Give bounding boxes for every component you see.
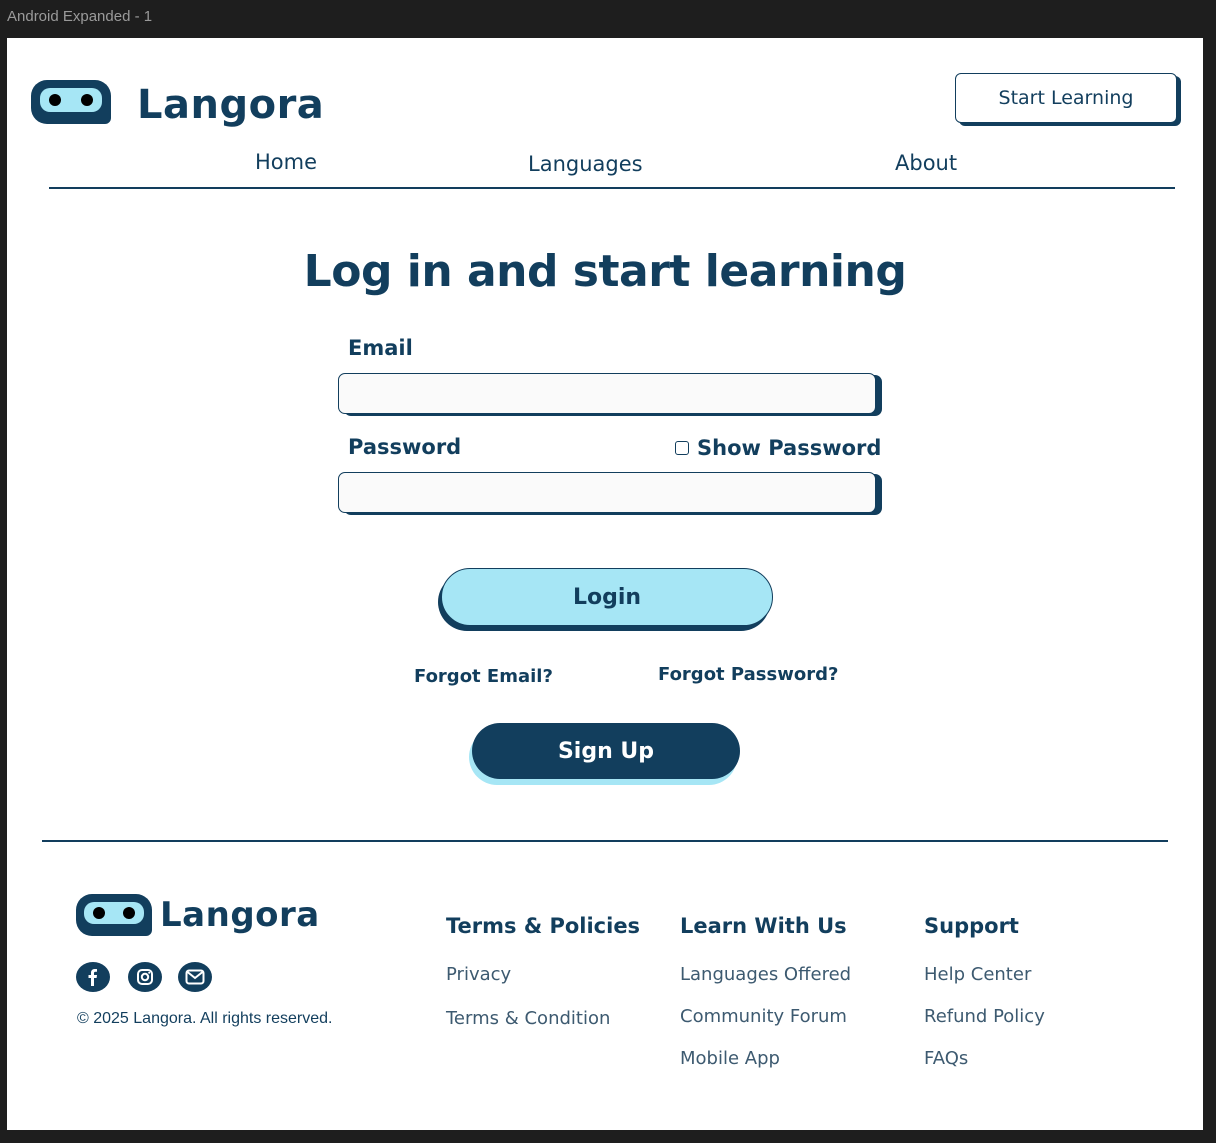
nav-languages[interactable]: Languages	[528, 152, 643, 176]
logo-wordmark: Langora	[137, 82, 325, 128]
footer-divider	[42, 840, 1168, 842]
facebook-icon[interactable]	[76, 962, 110, 992]
email-label: Email	[348, 336, 413, 360]
email-icon[interactable]	[178, 962, 212, 992]
footer-col-support-title: Support	[924, 914, 1019, 938]
footer-logo-wordmark: Langora	[160, 895, 320, 935]
nav-divider	[49, 187, 1175, 189]
email-field[interactable]	[338, 373, 876, 414]
footer-link-help-center[interactable]: Help Center	[924, 964, 1031, 985]
footer-col-learn-title: Learn With Us	[680, 914, 847, 938]
footer-link-terms[interactable]: Terms & Condition	[446, 1008, 610, 1029]
login-button[interactable]: Login	[441, 568, 773, 626]
footer-link-refund-policy[interactable]: Refund Policy	[924, 1006, 1045, 1027]
footer-link-mobile-app[interactable]: Mobile App	[680, 1048, 780, 1069]
sign-up-button[interactable]: Sign Up	[472, 723, 740, 779]
show-password-label: Show Password	[697, 436, 882, 460]
forgot-password-link[interactable]: Forgot Password?	[658, 664, 838, 685]
header-logo[interactable]: Langora	[31, 76, 324, 128]
show-password-checkbox[interactable]	[675, 441, 689, 455]
page-title: Log in and start learning	[303, 246, 907, 297]
instagram-icon[interactable]	[128, 962, 162, 992]
copyright-text: © 2025 Langora. All rights reserved.	[77, 1010, 333, 1027]
nav-home[interactable]: Home	[255, 150, 317, 174]
logo-mascot-icon	[31, 80, 111, 124]
footer-link-privacy[interactable]: Privacy	[446, 964, 511, 985]
footer-link-languages-offered[interactable]: Languages Offered	[680, 964, 851, 985]
footer-logo-mascot-icon	[76, 894, 152, 936]
footer-col-terms-title: Terms & Policies	[446, 914, 641, 938]
show-password-toggle[interactable]: Show Password	[675, 436, 881, 460]
footer-link-faqs[interactable]: FAQs	[924, 1048, 968, 1069]
forgot-email-link[interactable]: Forgot Email?	[414, 666, 553, 687]
password-field[interactable]	[338, 472, 876, 513]
nav-about[interactable]: About	[895, 151, 957, 175]
start-learning-button[interactable]: Start Learning	[955, 73, 1177, 123]
footer-logo[interactable]: Langora	[76, 894, 320, 936]
footer-link-community-forum[interactable]: Community Forum	[680, 1006, 847, 1027]
app-frame: Langora Start Learning Home Languages Ab…	[7, 38, 1203, 1130]
frame-label: Android Expanded - 1	[7, 8, 153, 25]
password-label: Password	[348, 435, 462, 459]
